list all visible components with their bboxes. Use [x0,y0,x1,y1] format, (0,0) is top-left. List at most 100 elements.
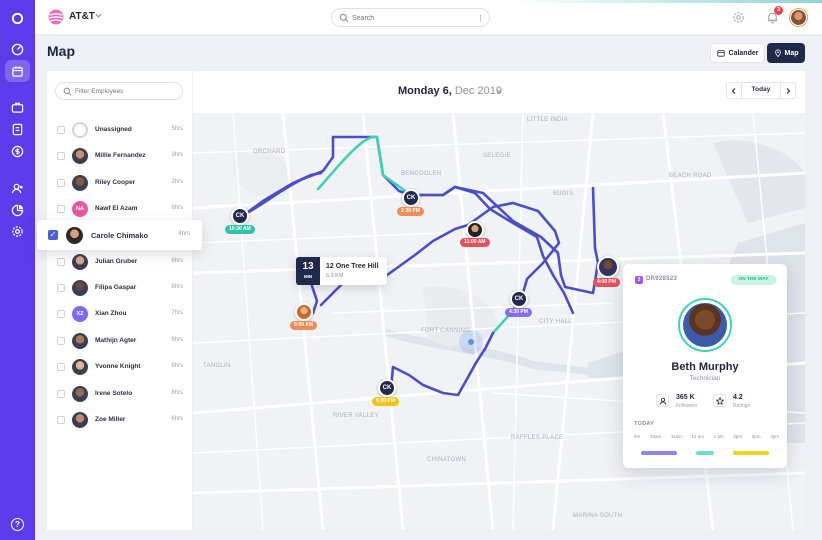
employee-name: Julian Gruber [95,257,138,265]
users-icon[interactable] [10,181,25,196]
timeline-bar[interactable] [733,451,769,455]
stop-time-tag: 4:00 PM [593,278,620,287]
employee-row[interactable]: XZ Xian Zhou 7hrs [47,301,193,327]
employee-row[interactable]: Millie Fernandez 3hrs [47,143,193,169]
chevron-left-icon [731,87,736,94]
briefcase-icon[interactable] [10,100,25,115]
employee-detail-card[interactable]: 3 DR928523 ON THE WAY Beth Murphy Techni… [623,264,787,468]
employee-row[interactable]: Yvonne Knight 8hrs [47,354,193,380]
map-pin-icon [774,49,781,57]
employee-row-selected[interactable]: ✓ Carole Chimako 4hrs [37,220,202,250]
search-box[interactable] [331,8,490,27]
stop-time-tag: 9:00 AM [290,321,317,330]
search-divider [480,14,481,22]
calendar-view-label: Calander [728,49,759,57]
followers-value: 365 K [676,394,695,401]
next-day-button[interactable] [780,83,795,98]
employee-checkbox[interactable] [57,363,65,372]
followers-label: Followers [676,403,698,409]
app-logo-icon[interactable] [10,11,25,26]
employee-name: Filipa Gaspar [95,284,137,291]
employee-row[interactable]: Irene Sotelo 8hrs [47,381,193,407]
search-input[interactable] [352,11,472,25]
help-icon[interactable]: ? [11,518,24,531]
today-button[interactable]: Today [743,86,779,93]
document-icon[interactable] [10,122,25,137]
map-label: SELEGIE [483,153,511,159]
employee-checkbox[interactable] [57,310,65,319]
dashboard-icon[interactable] [10,42,25,57]
employee-avatar [72,385,88,402]
employee-row[interactable]: Mathijn Agter 6hrs [47,328,193,354]
employee-hours: 4hrs [178,231,190,237]
employee-avatar [72,148,88,165]
brand-name[interactable]: AT&T [69,11,95,22]
stop-marker[interactable]: CK [231,207,249,225]
pie-chart-icon[interactable] [10,203,25,218]
employee-checkbox[interactable] [57,416,65,424]
map-label: ORCHARD [253,149,286,155]
eta-minutes: 13 [302,261,314,272]
employee-checkbox[interactable] [57,126,65,134]
settings-icon[interactable] [10,224,25,239]
user-avatar[interactable] [790,9,807,26]
employee-row[interactable]: Zoe Miller 6hrs [47,407,193,433]
timeline-hour: 12 am [691,434,704,439]
employee-avatar: NA [72,201,88,218]
employee-checkbox[interactable] [57,152,65,161]
employee-avatar [66,227,83,244]
employee-pin-avatar[interactable] [466,221,484,239]
employee-name: Millie Fernandez [95,152,146,160]
employee-hours: 8hrs [171,363,183,370]
employee-row[interactable]: NA Nawf El Azam 6hrs [47,196,193,222]
money-icon[interactable] [10,144,25,159]
current-location-dot[interactable] [468,339,474,345]
timeline-bar[interactable] [696,451,714,455]
stop-marker[interactable]: CK [510,290,528,308]
chevron-right-icon [786,87,791,94]
map-label: LITTLE INDIA [527,117,568,123]
employee-row[interactable]: Julian Gruber 6hrs [47,249,193,275]
calendar-icon[interactable] [5,60,30,82]
employee-checkbox-checked[interactable]: ✓ [48,230,58,240]
employee-name: Xian Zhou [95,310,127,318]
stop-marker[interactable]: CK [402,189,420,207]
timeline-bar[interactable] [641,451,677,455]
notification-badge: 3 [774,6,783,15]
employee-checkbox[interactable] [57,336,65,345]
top-bar: AT&T 3 [35,0,822,35]
employee-checkbox[interactable] [57,205,65,214]
employee-hours: 7hrs [171,310,183,317]
map-label: CITY HALL [539,319,572,325]
employee-hours: 6hrs [171,205,183,212]
employee-row[interactable]: Filipa Gaspar 8hrs [47,275,193,301]
map-view-button[interactable]: Map [767,43,805,63]
employee-hours: 5hrs [171,126,183,132]
previous-day-button[interactable] [727,83,742,98]
chevron-down-icon[interactable] [495,88,503,96]
employee-name: Carole Chimako [91,231,149,240]
date-display[interactable]: Monday 6, Dec 2019 [398,85,502,97]
employee-checkbox[interactable] [57,284,65,292]
ratings-label: Ratings [733,403,750,409]
employee-pin-avatar[interactable] [295,303,313,321]
employee-checkbox[interactable] [57,389,65,398]
stop-time-tag: 11:00 AM [460,238,490,247]
timeline-hours: 9m 10am 11am 12 am 1 am 2pm 3pm 4pm [634,434,779,439]
calendar-view-button[interactable]: Calander [710,43,765,63]
employee-filter[interactable] [55,82,183,100]
employee-name: Irene Sotelo [95,389,133,397]
employee-checkbox[interactable] [57,178,65,187]
stop-marker[interactable]: CK [378,379,396,397]
employee-checkbox[interactable] [57,257,65,266]
chevron-down-icon[interactable] [94,11,103,20]
employee-name: Nawf El Azam [95,205,138,213]
employee-pin-avatar[interactable] [597,256,619,278]
employee-row[interactable]: Riley Cooper 2hrs [47,170,193,196]
gear-icon[interactable] [732,11,745,24]
employee-row[interactable]: Unassigned 5hrs [47,117,193,143]
tooltip-distance: 6.3 KM [326,273,344,279]
route-tooltip[interactable]: 13 MIN 12 One Tree Hill 6.3 KM [296,257,387,285]
employee-filter-input[interactable] [75,85,175,98]
stop-time-tag: 2:30 PM [397,207,424,216]
